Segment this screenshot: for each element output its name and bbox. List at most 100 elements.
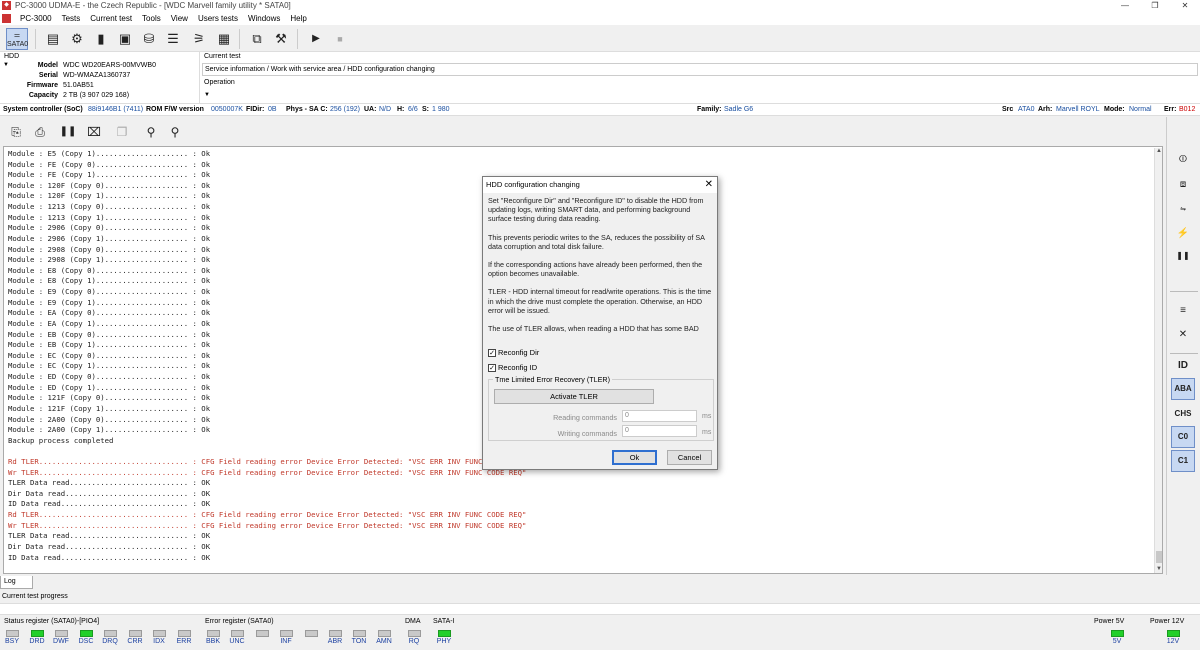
c0-button[interactable]: C0	[1171, 426, 1195, 448]
src-label: Src	[1002, 106, 1014, 113]
grid-icon-button[interactable]: ▦	[213, 28, 235, 50]
phys-label: Phys - SA C:	[286, 106, 328, 113]
copy-icon-button[interactable]: ❐	[112, 122, 132, 142]
main-toolbar: ⚌ SATA0 ▤ ⚙ ▮ ▣ ⛁ ☰ ⚞ ▦ ⧉ ⚒ ▶ ■	[0, 25, 1200, 52]
module-icon-button[interactable]: ▣	[114, 28, 136, 50]
operation-dropdown-icon[interactable]: ▼	[204, 92, 210, 98]
led-label: BSY	[4, 638, 19, 645]
checkbox-box[interactable]: ✓	[488, 364, 496, 373]
log-line: Module : E8 (Copy 1)....................…	[8, 276, 211, 286]
led-label: 12V	[1166, 638, 1180, 645]
find-next-icon-button[interactable]: ⚲	[165, 122, 185, 142]
progress-label: Current test progress	[2, 593, 68, 600]
system-info-bar: System controller (SoC) 88i9146B1 (7411)…	[0, 104, 1200, 116]
menu-pc3000[interactable]: PC-3000	[15, 14, 57, 23]
sata-label: SATA-I	[433, 618, 455, 625]
led-label: ABR	[327, 638, 343, 645]
writing-commands-input[interactable]: 0	[622, 425, 697, 437]
wrench-icon-button[interactable]: ✕	[1171, 324, 1195, 346]
plug-icon-button[interactable]: ⚡	[1171, 223, 1195, 245]
log-line: Wr TLER.................................…	[8, 467, 527, 477]
scroll-down-icon[interactable]: ▼	[1156, 566, 1162, 572]
log-line: Module : EB (Copy 1)....................…	[8, 340, 211, 350]
settings-icon-button[interactable]: ⚙	[66, 28, 88, 50]
menu-current-test[interactable]: Current test	[85, 14, 137, 23]
menu-tests[interactable]: Tests	[57, 14, 86, 23]
maximize-button[interactable]: ❐	[1140, 0, 1170, 12]
status-led	[80, 630, 93, 637]
chip-icon-button[interactable]: ▮	[90, 28, 112, 50]
scroll-thumb[interactable]	[1156, 551, 1162, 563]
status-led	[329, 630, 342, 637]
power-toggle-icon-button[interactable]: ⏼	[1171, 149, 1195, 171]
log-line: Module : EA (Copy 1)....................…	[8, 318, 211, 328]
open-file-icon-button[interactable]: ⎘	[6, 122, 26, 142]
checkbox-box[interactable]: ✓	[488, 349, 496, 358]
stop-icon-button[interactable]: ■	[329, 28, 351, 50]
field-value: 2 TB (3 907 029 168)	[63, 92, 130, 99]
minimize-button[interactable]: —	[1110, 0, 1140, 12]
log-line: Wr TLER.................................…	[8, 520, 527, 530]
log-line: Rd TLER.................................…	[8, 456, 527, 466]
tree-icon-button[interactable]: ⚞	[188, 28, 210, 50]
drive-icon-button[interactable]: ⧈	[1171, 174, 1195, 196]
menu-tools[interactable]: Tools	[137, 14, 166, 23]
log-line: Module : 2908 (Copy 0)..................…	[8, 244, 211, 254]
menu-windows[interactable]: Windows	[243, 14, 285, 23]
reconfig-dir-checkbox[interactable]: ✓ Reconfig Dir	[488, 348, 608, 358]
stack-icon-button[interactable]: ☰	[162, 28, 184, 50]
id-button[interactable]: ID	[1171, 355, 1195, 377]
windows-icon-button[interactable]: ⧉	[246, 28, 268, 50]
writing-commands-label: Writing commands	[557, 429, 617, 438]
src-value: ATA0	[1018, 106, 1035, 113]
dialog-close-icon[interactable]: ✕	[705, 177, 713, 193]
activate-tler-button[interactable]: Activate TLER	[494, 389, 654, 404]
led-label: DRD	[29, 638, 45, 645]
clear-icon-button[interactable]: ⌧	[84, 122, 104, 142]
ok-button[interactable]: Ok	[612, 450, 657, 465]
log-tab[interactable]: Log	[0, 576, 33, 589]
find-icon-button[interactable]: ⚲	[141, 122, 161, 142]
cancel-button[interactable]: Cancel	[667, 450, 712, 465]
log-scrollbar[interactable]: ▲ ▼	[1154, 148, 1162, 573]
playlist-icon-button[interactable]: ≡	[1171, 300, 1195, 322]
menu-users-tests[interactable]: Users tests	[193, 14, 243, 23]
save-icon-button[interactable]: ⎙	[30, 122, 50, 142]
scroll-up-icon[interactable]: ▲	[1156, 148, 1162, 154]
sata-port-button[interactable]: ⚌ SATA0	[6, 28, 28, 50]
chs-button[interactable]: CHS	[1171, 403, 1195, 425]
reset-icon-button[interactable]: ⇋	[1171, 199, 1195, 221]
log-line: Module : ED (Copy 1)....................…	[8, 382, 211, 392]
play-icon-button[interactable]: ▶	[305, 28, 327, 50]
status-led	[1111, 630, 1124, 637]
dialog-paragraph: TLER - HDD internal timeout for read/wri…	[488, 287, 712, 315]
led-label: DSC	[78, 638, 94, 645]
log-line: Module : 121F (Copy 1)..................…	[8, 403, 211, 413]
c1-button[interactable]: C1	[1171, 450, 1195, 472]
reconfig-id-checkbox[interactable]: ✓ Reconfig ID	[488, 363, 608, 373]
tools-icon-button[interactable]: ⚒	[270, 28, 292, 50]
pause-icon-button[interactable]: ❚❚	[58, 122, 78, 142]
fidir-label: FIDir:	[246, 106, 265, 113]
log-line: TLER Data read..........................…	[8, 531, 211, 541]
app-icon: ◆	[2, 1, 11, 10]
log-line: Module : 1213 (Copy 1)..................…	[8, 212, 211, 222]
log-line: TLER Data read..........................…	[8, 478, 211, 488]
power5-label: Power 5V	[1094, 618, 1125, 625]
disk-icon-button[interactable]: ⛁	[138, 28, 160, 50]
menu-app-icon[interactable]	[2, 14, 11, 23]
aba-button[interactable]: ABA	[1171, 378, 1195, 400]
reading-commands-input[interactable]: 0	[622, 410, 697, 422]
pause-side-icon-button[interactable]: ❚❚	[1171, 245, 1195, 267]
family-value: Sadle G6	[724, 106, 754, 113]
dialog-paragraph: The use of TLER allows, when reading a H…	[488, 324, 699, 334]
log-line: Module : E5 (Copy 1)....................…	[8, 149, 211, 158]
close-window-button[interactable]: ✕	[1170, 0, 1200, 12]
menu-help[interactable]: Help	[285, 14, 311, 23]
hdd-field-model: Model WDC WD20EARS-00MVWB0	[0, 62, 200, 72]
menu-view[interactable]: View	[166, 14, 193, 23]
hdd-icon-button[interactable]: ▤	[42, 28, 64, 50]
menu-bar: PC-3000 Tests Current test Tools View Us…	[0, 12, 1200, 25]
phys-value: 256 (192)	[330, 106, 360, 113]
status-led	[256, 630, 269, 637]
